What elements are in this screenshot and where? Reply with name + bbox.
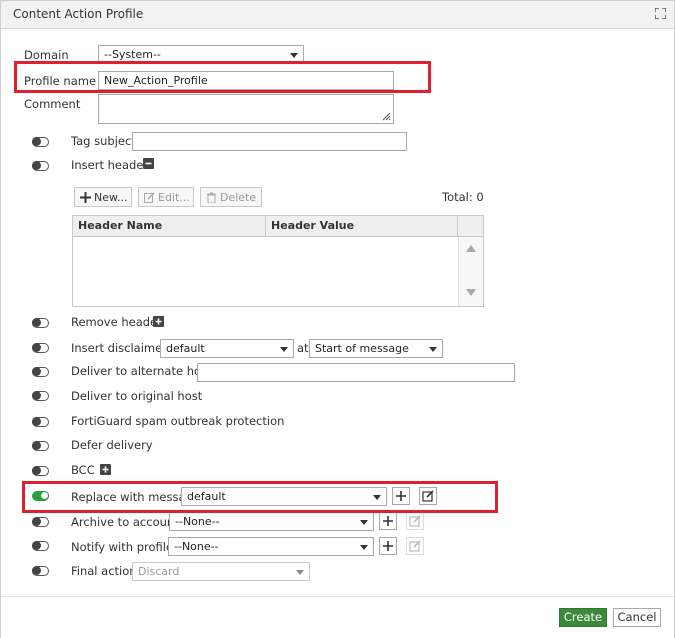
notify-profile-select[interactable]: --None-- bbox=[168, 537, 374, 556]
final-action-label: Final action bbox=[71, 564, 137, 578]
notify-profile-label: Notify with profile bbox=[71, 540, 174, 554]
deliver-alternate-toggle[interactable] bbox=[32, 367, 49, 377]
scroll-up-icon[interactable] bbox=[466, 245, 476, 252]
final-action-select[interactable]: Discard bbox=[132, 562, 310, 581]
header-table-head: Header Name Header Value bbox=[73, 216, 483, 237]
comment-textarea[interactable] bbox=[98, 94, 394, 124]
deliver-original-label: Deliver to original host bbox=[71, 389, 203, 403]
add-notify-profile-button[interactable] bbox=[379, 537, 397, 555]
table-scrollbar[interactable] bbox=[458, 237, 483, 306]
remove-header-label: Remove header bbox=[71, 315, 162, 329]
profile-name-highlight bbox=[14, 61, 431, 93]
chevron-down-icon bbox=[360, 520, 368, 525]
bcc-toggle[interactable] bbox=[32, 466, 49, 476]
notify-profile-toggle[interactable] bbox=[32, 541, 49, 551]
column-header-name[interactable]: Header Name bbox=[73, 216, 266, 237]
final-action-toggle[interactable] bbox=[32, 566, 49, 576]
disclaimer-select[interactable]: default bbox=[160, 339, 294, 358]
chevron-down-icon bbox=[429, 347, 437, 352]
scroll-down-icon[interactable] bbox=[466, 289, 476, 296]
domain-label: Domain bbox=[24, 48, 69, 62]
add-archive-account-button[interactable] bbox=[379, 512, 397, 530]
fortiguard-toggle[interactable] bbox=[32, 417, 49, 427]
cancel-button[interactable]: Cancel bbox=[613, 608, 661, 627]
maximize-icon[interactable] bbox=[655, 8, 666, 19]
title-bar: Content Action Profile bbox=[1, 1, 674, 29]
new-header-button[interactable]: New... bbox=[74, 187, 132, 207]
edit-icon bbox=[144, 192, 155, 203]
plus-icon bbox=[383, 541, 393, 551]
domain-value: --System-- bbox=[104, 48, 161, 61]
header-table: Header Name Header Value bbox=[72, 215, 484, 307]
deliver-alternate-label: Deliver to alternate host bbox=[71, 364, 212, 378]
edit-icon bbox=[409, 540, 421, 552]
chevron-down-icon bbox=[280, 347, 288, 352]
edit-archive-account-button[interactable] bbox=[406, 512, 424, 530]
insert-header-toggle[interactable] bbox=[32, 161, 49, 171]
tag-subject-input[interactable] bbox=[132, 132, 407, 151]
plus-icon bbox=[80, 192, 91, 203]
archive-account-label: Archive to account bbox=[71, 515, 179, 529]
content-action-profile-dialog: Content Action Profile Domain --System--… bbox=[0, 0, 675, 638]
comment-label: Comment bbox=[24, 97, 81, 111]
expand-plus-icon[interactable] bbox=[100, 464, 111, 475]
create-button[interactable]: Create bbox=[559, 608, 607, 627]
alternate-host-input[interactable] bbox=[197, 363, 515, 382]
archive-account-select[interactable]: --None-- bbox=[169, 512, 374, 531]
bcc-label: BCC bbox=[71, 463, 95, 477]
trash-icon bbox=[207, 192, 216, 204]
archive-account-toggle[interactable] bbox=[32, 517, 49, 527]
replace-message-highlight bbox=[22, 481, 498, 513]
chevron-down-icon bbox=[360, 545, 368, 550]
chevron-down-icon bbox=[290, 53, 298, 58]
edit-notify-profile-button[interactable] bbox=[406, 537, 424, 555]
insert-header-label: Insert header bbox=[71, 158, 149, 172]
fortiguard-label: FortiGuard spam outbreak protection bbox=[71, 414, 285, 428]
insert-disclaimer-label: Insert disclaimer bbox=[71, 341, 167, 355]
collapse-minus-icon[interactable] bbox=[143, 158, 154, 169]
plus-icon bbox=[383, 516, 393, 526]
tag-subject-label: Tag subject bbox=[71, 134, 136, 148]
disclaimer-position-select[interactable]: Start of message bbox=[309, 339, 443, 358]
deliver-original-toggle[interactable] bbox=[32, 391, 49, 401]
edit-icon bbox=[409, 515, 421, 527]
defer-delivery-toggle[interactable] bbox=[32, 441, 49, 451]
column-header-value[interactable]: Header Value bbox=[266, 216, 458, 237]
expand-plus-icon[interactable] bbox=[153, 316, 164, 327]
delete-header-button[interactable]: Delete bbox=[200, 187, 262, 207]
chevron-down-icon bbox=[296, 570, 304, 575]
dialog-title: Content Action Profile bbox=[13, 7, 144, 21]
tag-subject-toggle[interactable] bbox=[32, 137, 49, 147]
defer-delivery-label: Defer delivery bbox=[71, 438, 153, 452]
insert-disclaimer-toggle[interactable] bbox=[32, 343, 49, 353]
edit-header-button[interactable]: Edit... bbox=[138, 187, 194, 207]
header-total-count: Total: 0 bbox=[442, 190, 484, 204]
resize-grip-icon[interactable] bbox=[381, 111, 391, 121]
disclaimer-at-label: at bbox=[297, 341, 309, 355]
remove-header-toggle[interactable] bbox=[32, 318, 49, 328]
